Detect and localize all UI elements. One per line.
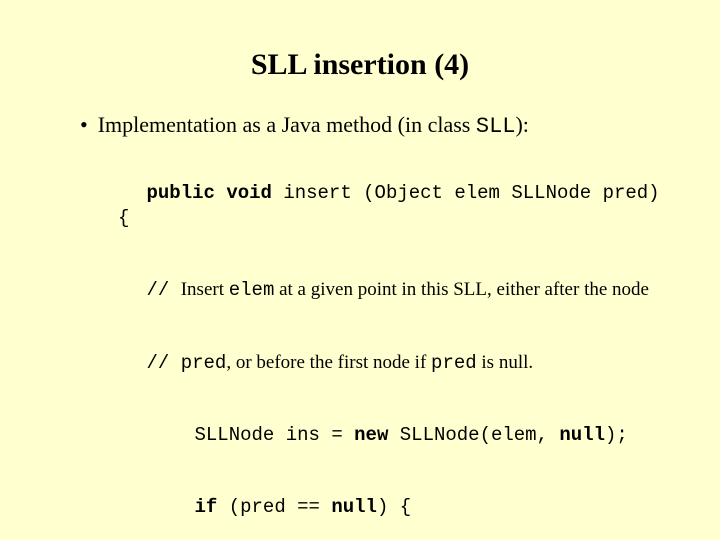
c2-m2: pred bbox=[431, 352, 477, 374]
l2a: if bbox=[195, 496, 218, 518]
l2b: (pred == bbox=[217, 496, 331, 518]
c2-slashes: // bbox=[147, 352, 181, 374]
c2-t2: is null. bbox=[477, 352, 533, 373]
c1-m1: elem bbox=[229, 279, 275, 301]
kw-public-void: public void bbox=[147, 182, 272, 204]
l1d: null bbox=[559, 424, 605, 446]
l1c: SLLNode(elem, bbox=[388, 424, 559, 446]
code-block: public void insert (Object elem SLLNode … bbox=[118, 158, 660, 540]
c1-t1: Insert bbox=[181, 279, 229, 300]
code-line-new: SLLNode ins = new SLLNode(elem, null); bbox=[118, 399, 660, 471]
c1-slashes: // bbox=[147, 279, 181, 301]
bullet-code: SLL bbox=[476, 114, 516, 139]
l1a: SLLNode ins = bbox=[195, 424, 355, 446]
bullet-list: Implementation as a Java method (in clas… bbox=[80, 110, 660, 142]
code-comment-2: // pred, or before the first node if pre… bbox=[118, 327, 660, 399]
bullet-item: Implementation as a Java method (in clas… bbox=[80, 110, 660, 142]
bullet-text-2: ): bbox=[515, 112, 528, 137]
c2-m1: pred bbox=[181, 352, 227, 374]
code-comment-1: // Insert elem at a given point in this … bbox=[118, 255, 660, 327]
code-signature: public void insert (Object elem SLLNode … bbox=[118, 158, 660, 255]
slide: SLL insertion (4) Implementation as a Ja… bbox=[0, 0, 720, 540]
l2d: ) { bbox=[377, 496, 411, 518]
l1b: new bbox=[354, 424, 388, 446]
code-line-if: if (pred == null) { bbox=[118, 471, 660, 540]
bullet-text-1: Implementation as a Java method (in clas… bbox=[98, 112, 476, 137]
c2-t1: , or before the first node if bbox=[226, 352, 431, 373]
page-title: SLL insertion (4) bbox=[60, 48, 660, 82]
c1-t2: at a given point in this SLL, either aft… bbox=[274, 279, 649, 300]
l2c: null bbox=[331, 496, 377, 518]
l1e: ); bbox=[605, 424, 628, 446]
